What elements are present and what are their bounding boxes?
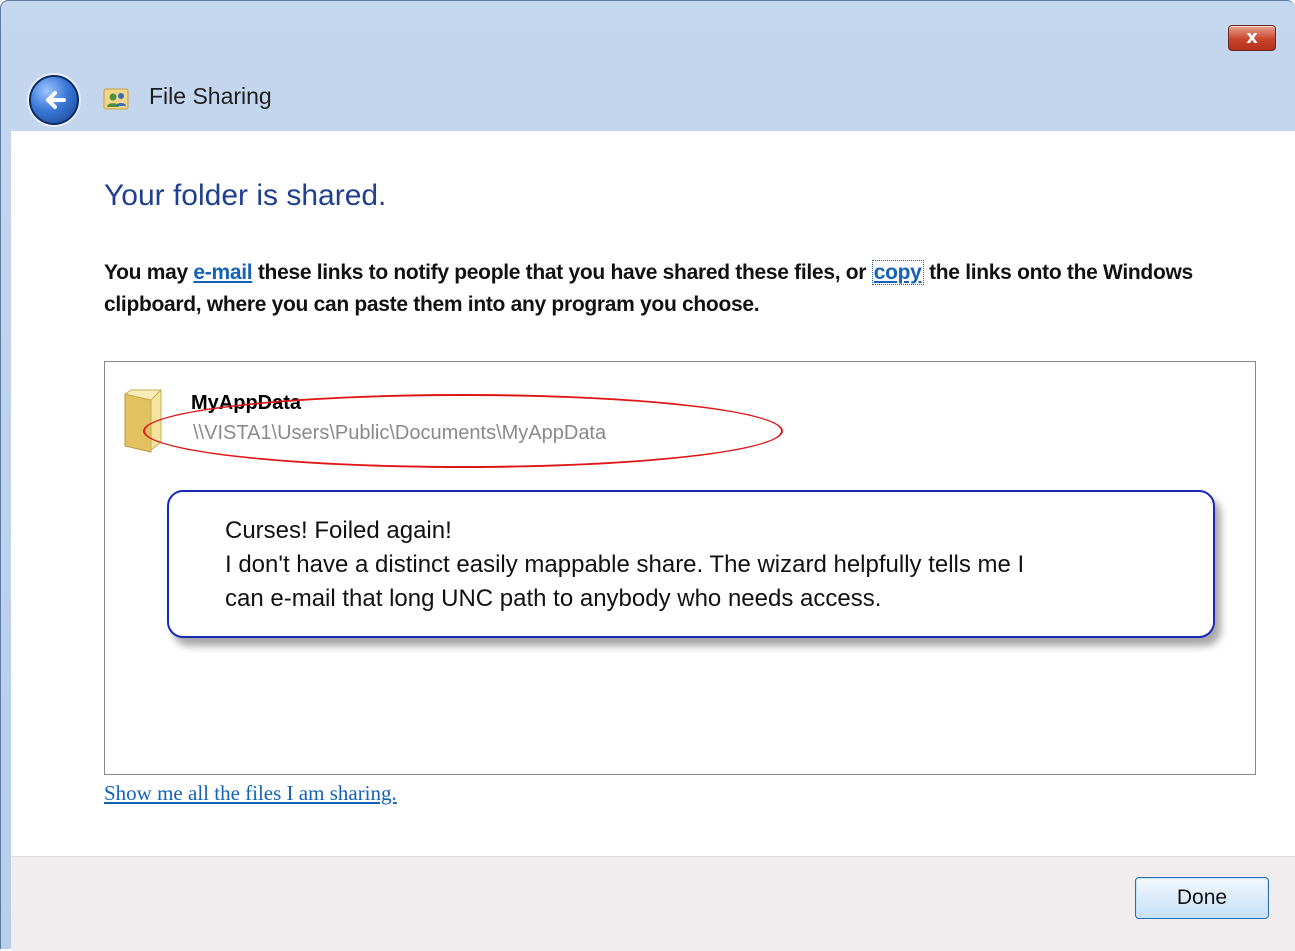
- description-text: You may e-mail these links to notify peo…: [104, 257, 1264, 321]
- folder-icon: [123, 389, 163, 453]
- show-all-shared-files-link[interactable]: Show me all the files I am sharing.: [104, 781, 397, 806]
- back-arrow-icon: [46, 91, 66, 109]
- callout-line-1: Curses! Foiled again!: [225, 517, 452, 544]
- content-area: Your folder is shared. You may e-mail th…: [11, 131, 1295, 856]
- sharing-users-icon: [103, 88, 129, 110]
- page-heading: Your folder is shared.: [104, 179, 387, 212]
- shared-items-list: MyAppData \\VISTA1\Users\Public\Document…: [104, 361, 1256, 775]
- desc-text-1: You may: [104, 261, 194, 284]
- shared-item-name: MyAppData: [191, 392, 302, 414]
- annotation-callout: Curses! Foiled again! I don't have a dis…: [167, 490, 1215, 638]
- shared-item-path: \\VISTA1\Users\Public\Documents\MyAppDat…: [193, 422, 607, 444]
- close-button[interactable]: x: [1228, 25, 1276, 51]
- footer-bar: Done: [11, 856, 1295, 951]
- close-icon: x: [1246, 27, 1258, 48]
- desc-text-2: these links to notify people that you ha…: [252, 261, 872, 284]
- copy-link[interactable]: copy: [871, 260, 924, 285]
- back-button[interactable]: [29, 75, 79, 125]
- file-sharing-window: File Sharing x Your folder is shared. Yo…: [0, 0, 1295, 951]
- email-link[interactable]: e-mail: [193, 261, 252, 284]
- done-button[interactable]: Done: [1135, 877, 1269, 919]
- callout-line-3: can e-mail that long UNC path to anybody…: [225, 585, 882, 612]
- callout-line-2: I don't have a distinct easily mappable …: [225, 551, 1025, 578]
- title-bar: File Sharing x: [1, 1, 1295, 131]
- window-title: File Sharing: [149, 83, 272, 109]
